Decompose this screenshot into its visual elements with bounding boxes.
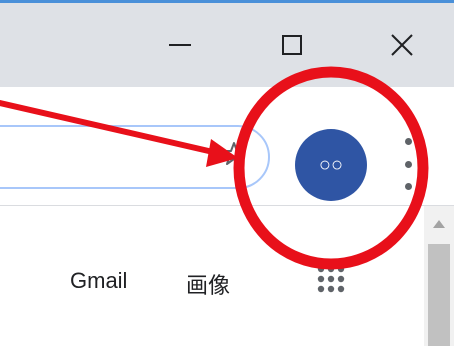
gmail-link[interactable]: Gmail	[70, 268, 127, 294]
menu-dot	[404, 160, 412, 168]
profile-avatar-button[interactable]: ○○	[295, 129, 367, 201]
browser-window: ○○ Gmail 画像	[0, 0, 454, 346]
profile-avatar-initials: ○○	[318, 153, 344, 176]
scroll-up-button[interactable]	[424, 206, 454, 242]
maximize-button[interactable]	[262, 3, 322, 87]
apps-grid-icon[interactable]	[316, 264, 346, 294]
scroll-up-arrow-icon	[433, 220, 445, 228]
close-icon	[391, 34, 413, 56]
kebab-menu-icon[interactable]	[396, 138, 420, 190]
menu-dot	[404, 183, 412, 190]
images-link[interactable]: 画像	[186, 268, 230, 300]
maximize-icon	[282, 35, 302, 55]
bookmark-star-icon[interactable]	[220, 140, 248, 168]
menu-dot	[404, 138, 412, 145]
minimize-icon	[169, 44, 191, 46]
minimize-button[interactable]	[150, 3, 210, 87]
close-button[interactable]	[372, 3, 432, 87]
scrollbar-thumb[interactable]	[428, 244, 450, 346]
